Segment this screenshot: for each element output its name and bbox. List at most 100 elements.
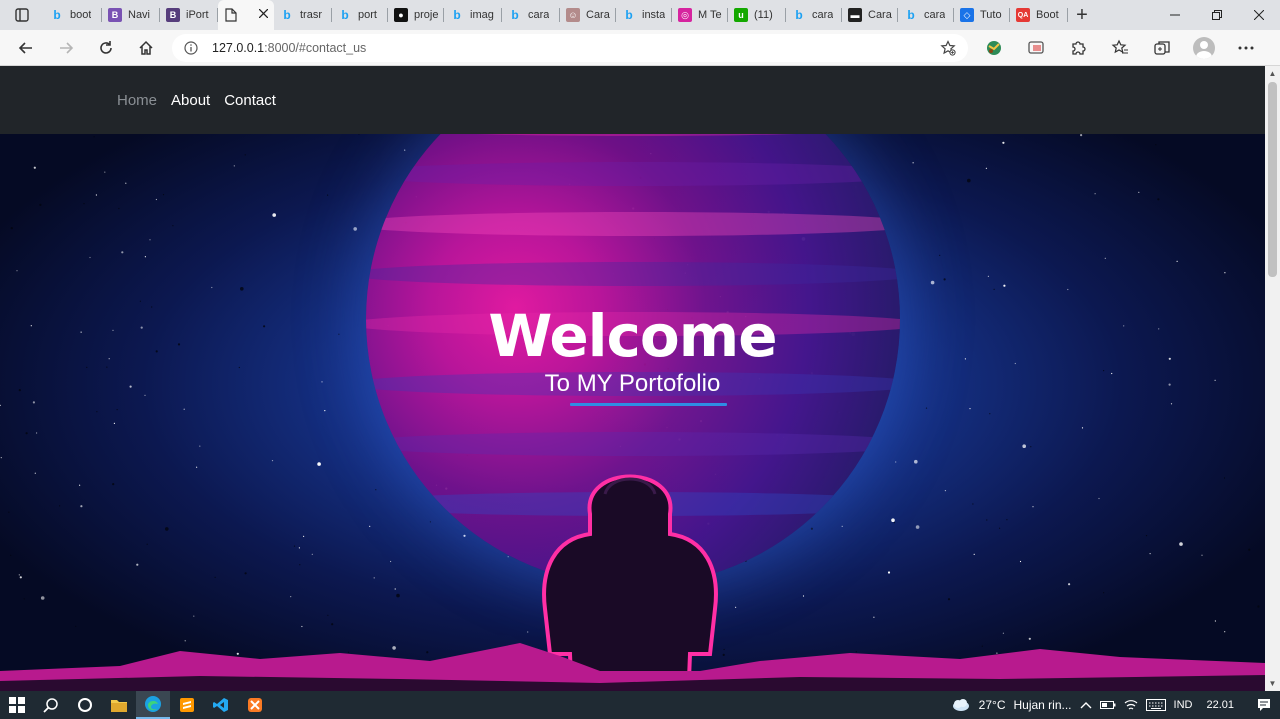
minimize-button[interactable] <box>1154 0 1196 30</box>
weather-description[interactable]: Hujan rin... <box>1013 698 1071 712</box>
battery-icon[interactable] <box>1099 700 1116 710</box>
tab-label: cara <box>924 9 946 21</box>
star <box>244 154 246 156</box>
star <box>240 287 244 291</box>
system-tray: 27°C Hujan rin... IND 22.01 <box>951 697 1280 713</box>
browser-tab[interactable]: u (11) <box>728 0 786 30</box>
taskbar-edge[interactable] <box>136 691 170 719</box>
star <box>272 213 277 217</box>
close-icon <box>1254 10 1264 20</box>
tab-label: Cara <box>586 9 610 21</box>
settings-menu-button[interactable] <box>1228 32 1264 64</box>
cast-button[interactable] <box>1018 32 1054 64</box>
page-scrollbar[interactable]: ▲ ▼ <box>1265 66 1280 691</box>
tab-actions-icon <box>15 8 29 22</box>
bing-icon: b <box>795 8 803 22</box>
nav-link-home[interactable]: Home <box>117 92 157 109</box>
star <box>1003 284 1006 287</box>
input-language[interactable]: IND <box>1174 699 1193 711</box>
star <box>155 198 157 201</box>
extension-button[interactable] <box>976 32 1012 64</box>
extensions-button[interactable] <box>1060 32 1096 64</box>
star <box>969 408 971 410</box>
star <box>394 588 396 590</box>
star <box>233 165 235 167</box>
star <box>327 614 329 616</box>
browser-tab[interactable]: b port <box>332 0 388 30</box>
instagram-icon: ◎ <box>678 8 692 22</box>
browser-tab[interactable]: QA Boot <box>1010 0 1068 30</box>
browser-tab[interactable]: b cara <box>898 0 954 30</box>
collections-button[interactable] <box>1144 32 1180 64</box>
scroll-thumb[interactable] <box>1268 82 1277 277</box>
scroll-down-arrow[interactable]: ▼ <box>1265 676 1280 691</box>
star <box>507 556 509 558</box>
wifi-icon[interactable] <box>1124 699 1138 711</box>
profile-button[interactable] <box>1186 32 1222 64</box>
avatar-icon: ☺ <box>566 8 580 22</box>
star <box>463 534 466 537</box>
favorites-button[interactable] <box>1102 32 1138 64</box>
add-favorite-icon[interactable] <box>940 39 956 56</box>
browser-tab[interactable]: B Navi <box>102 0 160 30</box>
star <box>973 553 975 555</box>
browser-tab[interactable]: b insta <box>616 0 672 30</box>
forward-button[interactable] <box>46 32 86 64</box>
nav-link-contact[interactable]: Contact <box>224 92 276 109</box>
star <box>16 270 18 272</box>
close-tab-icon[interactable] <box>258 8 269 21</box>
windows-logo-icon <box>9 697 25 713</box>
restore-button[interactable] <box>1196 0 1238 30</box>
taskbar-sublime[interactable] <box>170 691 204 719</box>
browser-tab[interactable]: ● proje <box>388 0 444 30</box>
taskbar-xampp[interactable] <box>238 691 272 719</box>
browser-tab[interactable] <box>218 0 274 30</box>
window-controls <box>1154 0 1280 30</box>
reload-button[interactable] <box>86 32 126 64</box>
star <box>193 615 195 617</box>
weather-temp[interactable]: 27°C <box>979 698 1006 712</box>
scroll-up-arrow[interactable]: ▲ <box>1265 66 1280 81</box>
star <box>33 166 36 169</box>
browser-tab[interactable]: b imag <box>444 0 502 30</box>
taskbar-file-explorer[interactable] <box>102 691 136 719</box>
browser-tab[interactable]: b cara <box>502 0 560 30</box>
browser-tab[interactable]: b boot <box>44 0 102 30</box>
address-bar[interactable]: 127.0.0.1:8000/#contact_us <box>172 33 968 62</box>
star <box>1032 506 1034 508</box>
nav-link-about[interactable]: About <box>171 92 210 109</box>
browser-tab[interactable]: BiPort <box>160 0 218 30</box>
star <box>19 576 22 579</box>
info-icon[interactable] <box>184 40 198 55</box>
star <box>1138 191 1140 193</box>
cortana-button[interactable] <box>68 691 102 719</box>
browser-tab[interactable]: b cara <box>786 0 842 30</box>
chevron-up-icon[interactable] <box>1080 701 1092 709</box>
browser-tab[interactable]: ▬ Cara <box>842 0 898 30</box>
tab-actions-button[interactable] <box>0 0 44 30</box>
weather-cloud-icon[interactable] <box>951 698 971 712</box>
home-button[interactable] <box>126 32 166 64</box>
star <box>23 598 25 600</box>
browser-tab[interactable]: b trasr <box>274 0 332 30</box>
taskbar-vscode[interactable] <box>204 691 238 719</box>
new-tab-button[interactable]: + <box>1068 0 1096 30</box>
browser-tab[interactable]: ◎ M Te <box>672 0 728 30</box>
star <box>925 407 928 409</box>
terminal-icon: ▬ <box>848 8 862 22</box>
clock-time[interactable]: 22.01 <box>1206 699 1234 711</box>
keyboard-icon[interactable] <box>1145 699 1166 711</box>
browser-tab[interactable]: ☺ Cara <box>560 0 616 30</box>
close-window-button[interactable] <box>1238 0 1280 30</box>
star <box>930 280 935 285</box>
star <box>317 462 321 466</box>
search-button[interactable] <box>34 691 68 719</box>
bing-icon: b <box>907 8 915 22</box>
star <box>1155 144 1157 146</box>
browser-tab[interactable]: ◇ Tuto <box>954 0 1010 30</box>
hero-subtitle: To MY Portofolio <box>544 370 721 397</box>
star <box>324 410 326 412</box>
notifications-icon[interactable] <box>1256 697 1272 713</box>
back-button[interactable] <box>6 32 46 64</box>
start-button[interactable] <box>0 691 34 719</box>
